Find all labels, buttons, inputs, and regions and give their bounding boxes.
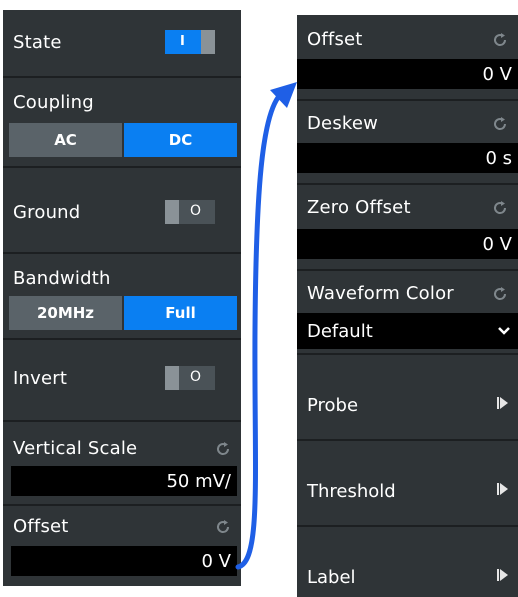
reset-icon[interactable]	[492, 116, 508, 132]
reset-icon[interactable]	[492, 200, 508, 216]
deskew-value: 0 s	[485, 148, 512, 169]
probe-menu-item[interactable]: Probe	[297, 355, 518, 439]
deskew-field[interactable]: 0 s	[297, 143, 518, 173]
waveform-color-value: Default	[307, 321, 373, 342]
label-label: Label	[307, 567, 356, 588]
probe-label: Probe	[307, 395, 359, 416]
offset-field[interactable]: 0 V	[297, 59, 518, 89]
submenu-arrow-icon	[497, 569, 508, 581]
zero-offset-field[interactable]: 0 V	[297, 229, 518, 259]
label-menu-item[interactable]: Label	[297, 527, 518, 597]
waveform-color-row: Waveform Color Default	[297, 271, 518, 353]
deskew-label: Deskew	[307, 113, 379, 134]
right-settings-panel: Offset 0 V Deskew 0 s Zero Offset 0 V Wa…	[297, 15, 518, 597]
reset-icon[interactable]	[492, 286, 508, 302]
submenu-arrow-icon	[497, 397, 508, 409]
zero-offset-label: Zero Offset	[307, 197, 411, 218]
offset-row: Offset 0 V	[297, 15, 518, 99]
waveform-color-label: Waveform Color	[307, 283, 454, 304]
waveform-color-dropdown[interactable]: Default	[297, 313, 518, 349]
zero-offset-value: 0 V	[482, 234, 513, 255]
chevron-down-icon	[498, 327, 510, 335]
offset-label: Offset	[307, 29, 363, 50]
offset-value: 0 V	[482, 64, 513, 85]
zero-offset-row: Zero Offset 0 V	[297, 185, 518, 269]
threshold-menu-item[interactable]: Threshold	[297, 441, 518, 525]
deskew-row: Deskew 0 s	[297, 101, 518, 183]
threshold-label: Threshold	[307, 481, 396, 502]
reset-icon[interactable]	[492, 32, 508, 48]
submenu-arrow-icon	[497, 483, 508, 495]
